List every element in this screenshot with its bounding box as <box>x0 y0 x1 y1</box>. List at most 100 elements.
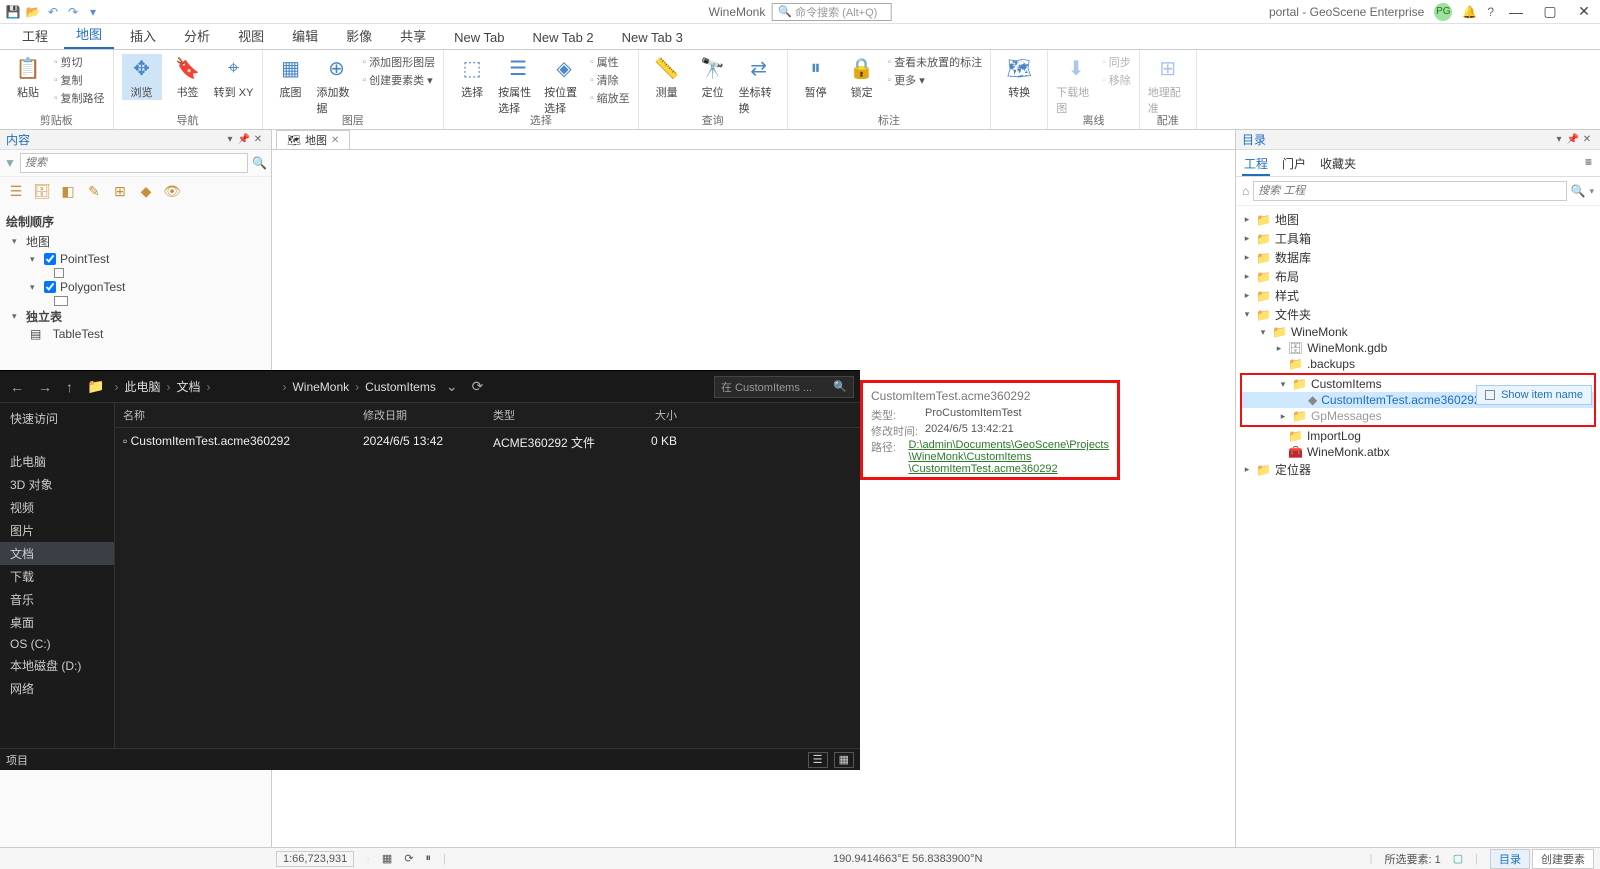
map-view-tab[interactable]: 🗺 地图 ✕ <box>276 130 350 149</box>
ribbon-tab[interactable]: New Tab <box>442 26 516 49</box>
clear-selection-button[interactable]: 清除 <box>590 72 630 88</box>
sidebar-item[interactable]: 视频 <box>0 496 114 519</box>
twisty-icon[interactable]: ▸ <box>1274 343 1284 354</box>
add-graphics-layer-button[interactable]: 添加图形图层 <box>363 54 436 70</box>
paste-button[interactable]: 📋粘贴 <box>8 54 48 100</box>
layer-item[interactable]: PolygonTest <box>60 280 125 294</box>
sidebar-item[interactable]: 3D 对象 <box>0 473 114 496</box>
filter-icon[interactable]: ▼ <box>4 156 16 170</box>
twisty-icon[interactable]: ▸ <box>1242 290 1252 301</box>
explorer-search-input[interactable]: 在 CustomItems ...🔍 <box>714 376 854 398</box>
twisty-icon[interactable]: ▾ <box>1258 327 1268 338</box>
layer-visibility-checkbox[interactable] <box>44 281 56 293</box>
refresh-icon[interactable]: ⟳ <box>468 378 488 395</box>
goto-xy-button[interactable]: ⌖转到 XY <box>214 54 254 100</box>
catalog-tree-item[interactable]: ▾📁文件夹 <box>1238 305 1598 324</box>
selection-tool-icon[interactable]: ▢ <box>1453 852 1463 865</box>
catalog-tree-item[interactable]: ▸🗄WineMonk.gdb <box>1238 340 1598 356</box>
ribbon-tab[interactable]: 工程 <box>10 22 60 49</box>
list-by-selection-icon[interactable]: ◧ <box>58 181 78 201</box>
sidebar-item[interactable]: 下载 <box>0 565 114 588</box>
save-icon[interactable]: 💾 <box>4 3 22 21</box>
pane-options-icon[interactable]: ▾ <box>223 134 237 145</box>
user-badge[interactable]: PG <box>1434 3 1452 21</box>
close-tab-icon[interactable]: ✕ <box>331 135 339 146</box>
forward-icon[interactable]: → <box>34 379 56 395</box>
breadcrumb-item[interactable]: 此电脑 <box>124 378 160 395</box>
twisty-icon[interactable]: ▾ <box>1242 309 1252 320</box>
sidebar-item[interactable]: 快速访问 <box>0 407 114 430</box>
column-header-size[interactable]: 大小 <box>615 403 685 427</box>
pane-pin-icon[interactable]: 📌 <box>1566 134 1580 145</box>
copy-path-button[interactable]: 复制路径 <box>54 90 105 106</box>
breadcrumb-item[interactable]: 文档 <box>176 378 200 395</box>
ribbon-tab[interactable]: 插入 <box>118 22 168 49</box>
map-node[interactable]: 地图 <box>26 233 50 250</box>
basemap-button[interactable]: ▦底图 <box>271 54 311 100</box>
qat-dropdown-icon[interactable]: ▾ <box>84 3 102 21</box>
catalog-tree-item[interactable]: 📁.backups <box>1238 356 1598 372</box>
sidebar-item[interactable]: 桌面 <box>0 611 114 634</box>
list-by-perspective-icon[interactable]: 👁 <box>162 181 182 201</box>
cut-button[interactable]: 剪切 <box>54 54 105 70</box>
catalog-tree-item[interactable]: ▸📁样式 <box>1238 286 1598 305</box>
help-icon[interactable]: ? <box>1487 5 1494 19</box>
pause-label-button[interactable]: ⏸暂停 <box>796 54 836 100</box>
ribbon-tab[interactable]: 影像 <box>334 22 384 49</box>
add-data-button[interactable]: ⊕添加数据 <box>317 54 357 116</box>
breadcrumb-item[interactable]: CustomItems <box>365 380 436 394</box>
twisty-icon[interactable]: ▸ <box>1242 233 1252 244</box>
command-search-input[interactable]: 🔍 命令搜索 (Alt+Q) <box>771 3 891 21</box>
create-feature-class-button[interactable]: 创建要素类 ▾ <box>363 72 436 88</box>
list-by-snapping-icon[interactable]: ⊞ <box>110 181 130 201</box>
open-icon[interactable]: 📂 <box>24 3 42 21</box>
measure-button[interactable]: 📏测量 <box>647 54 687 100</box>
catalog-search-input[interactable] <box>1253 181 1566 201</box>
catalog-tree-item[interactable]: ▸📁定位器 <box>1238 460 1598 479</box>
catalog-tree-item[interactable]: ▸📁地图 <box>1238 210 1598 229</box>
redo-icon[interactable]: ↷ <box>64 3 82 21</box>
pane-close-icon[interactable]: ✕ <box>251 134 265 145</box>
ribbon-tab[interactable]: New Tab 3 <box>610 26 695 49</box>
twisty-icon[interactable]: ▸ <box>1242 464 1252 475</box>
search-icon[interactable]: 🔍 <box>1571 184 1586 198</box>
column-header-date[interactable]: 修改日期 <box>355 403 485 427</box>
ribbon-tab[interactable]: New Tab 2 <box>520 26 605 49</box>
tooltip-path-link[interactable]: \CustomItemTest.acme360292 <box>908 463 1057 475</box>
column-header-name[interactable]: 名称 <box>115 403 355 427</box>
catalog-tree-item[interactable]: 📁ImportLog <box>1238 428 1598 444</box>
sidebar-item[interactable]: 音乐 <box>0 588 114 611</box>
label-more-button[interactable]: 更多 ▾ <box>888 72 983 88</box>
back-icon[interactable]: ← <box>6 379 28 395</box>
pane-options-icon[interactable]: ▾ <box>1552 134 1566 145</box>
catalog-menu-icon[interactable]: ≡ <box>1583 153 1594 176</box>
notifications-icon[interactable]: 🔔 <box>1462 5 1477 19</box>
sidebar-item[interactable]: 此电脑 <box>0 450 114 473</box>
copy-button[interactable]: 复制 <box>54 72 105 88</box>
georef-button[interactable]: ⊞地理配准 <box>1148 54 1188 116</box>
ribbon-tab[interactable]: 分析 <box>172 22 222 49</box>
twisty-icon[interactable]: ▾ <box>12 236 22 247</box>
twisty-icon[interactable]: ▾ <box>30 254 40 265</box>
ribbon-tab[interactable]: 视图 <box>226 22 276 49</box>
status-tool-icon[interactable]: ⟳ <box>404 852 413 865</box>
catalog-tab-project[interactable]: 工程 <box>1242 153 1270 176</box>
icons-view-icon[interactable]: ▦ <box>834 752 854 768</box>
ribbon-tab[interactable]: 编辑 <box>280 22 330 49</box>
layer-item[interactable]: PointTest <box>60 252 109 266</box>
file-row[interactable]: ▫ CustomItemTest.acme360292 2024/6/5 13:… <box>115 428 860 457</box>
lock-label-button[interactable]: 🔒锁定 <box>842 54 882 100</box>
select-by-loc-button[interactable]: ◈按位置选择 <box>544 54 584 116</box>
attributes-button[interactable]: 属性 <box>590 54 630 70</box>
select-by-attr-button[interactable]: ☰按属性选择 <box>498 54 538 116</box>
bookmarks-button[interactable]: 🔖书签 <box>168 54 208 100</box>
context-menu-item[interactable]: Show item name <box>1476 385 1592 405</box>
sidebar-item[interactable]: 图片 <box>0 519 114 542</box>
catalog-tree-item[interactable]: ▸📁GpMessages <box>1242 408 1594 424</box>
tooltip-path-link[interactable]: \WineMonk\CustomItems <box>908 451 1031 463</box>
catalog-tree-item[interactable]: ▸📁布局 <box>1238 267 1598 286</box>
status-tool-icon[interactable]: ▦ <box>382 852 392 865</box>
view-unplaced-button[interactable]: 查看未放置的标注 <box>888 54 983 70</box>
ribbon-tab[interactable]: 地图 <box>64 20 114 49</box>
scale-input[interactable]: 1:66,723,931 <box>276 851 354 867</box>
